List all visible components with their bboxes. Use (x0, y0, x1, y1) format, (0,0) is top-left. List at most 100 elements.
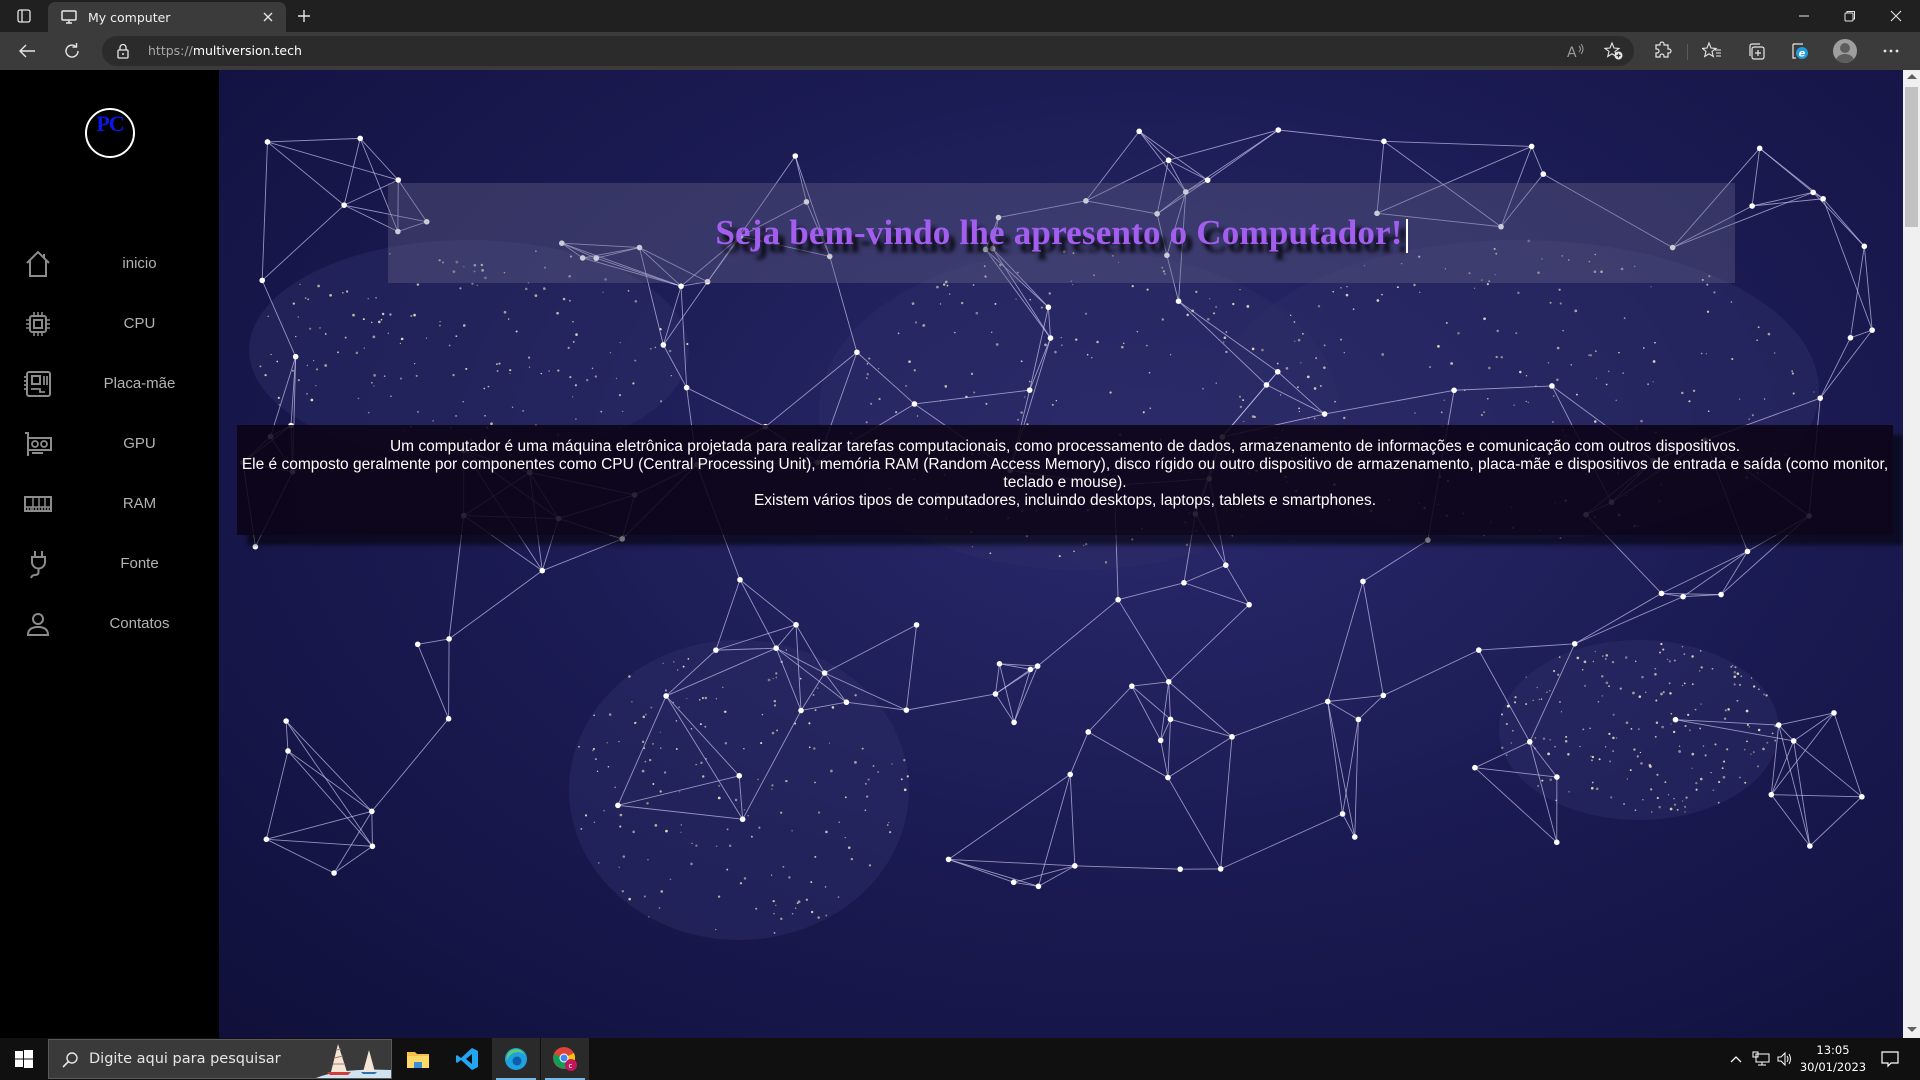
city-light (1678, 745, 1681, 747)
show-hidden-icons-button[interactable] (1726, 1038, 1746, 1080)
network-node (1861, 243, 1868, 250)
city-light (1695, 788, 1698, 791)
city-light (644, 713, 647, 716)
city-light (377, 320, 381, 324)
url-text[interactable]: https://multiversion.tech (148, 43, 302, 58)
refresh-button[interactable] (57, 37, 87, 65)
restore-button[interactable] (1827, 0, 1873, 32)
city-light (695, 844, 698, 847)
sidebar-item-cpu[interactable]: CPU (0, 298, 219, 348)
network-node (793, 621, 799, 628)
city-light (1527, 401, 1530, 404)
city-light (715, 845, 718, 848)
city-light (484, 414, 486, 417)
city-light (825, 830, 828, 834)
network-node (414, 641, 421, 648)
sidebar-item-contatos[interactable]: Contatos (0, 598, 219, 648)
more-menu-button[interactable] (1877, 37, 1905, 65)
city-light (1123, 342, 1125, 345)
taskbar-chrome[interactable]: c (541, 1038, 589, 1080)
city-light (1746, 740, 1748, 743)
city-light (679, 791, 681, 793)
sidebar-item-placa-mae[interactable]: Placa-mãe (0, 358, 219, 408)
city-light (1695, 781, 1698, 785)
city-light (1251, 415, 1255, 418)
star-plus-icon[interactable] (1602, 40, 1626, 62)
lock-icon[interactable] (116, 43, 130, 64)
network-link (715, 579, 741, 651)
network-link (1822, 198, 1873, 331)
taskbar-search[interactable]: Digite aqui para pesquisar (48, 1039, 392, 1079)
network-link (1809, 796, 1863, 847)
scroll-thumb[interactable] (1905, 87, 1918, 227)
collections-button[interactable] (1742, 37, 1770, 65)
network-status-icon[interactable] (1750, 1038, 1772, 1080)
city-light (562, 297, 566, 301)
close-tab-icon[interactable] (258, 7, 278, 27)
network-link (1327, 581, 1364, 702)
profile-avatar (1833, 39, 1857, 63)
network-link (1167, 719, 1171, 778)
city-light (387, 332, 389, 334)
city-light (718, 784, 721, 787)
city-light (760, 742, 763, 745)
city-light (1727, 708, 1730, 711)
city-light (619, 825, 622, 828)
city-light (580, 827, 583, 830)
extensions-button[interactable] (1649, 37, 1677, 65)
scroll-up-arrow-icon[interactable] (1907, 74, 1917, 79)
read-aloud-icon[interactable]: A (1564, 40, 1588, 62)
city-light (371, 321, 373, 324)
city-light (1666, 658, 1669, 661)
city-light (673, 661, 675, 663)
notifications-button[interactable] (1872, 1038, 1908, 1080)
new-tab-button[interactable] (292, 5, 316, 27)
minimize-button[interactable] (1781, 0, 1827, 32)
city-light (1659, 651, 1661, 654)
volume-icon[interactable] (1774, 1038, 1796, 1080)
ie-mode-button[interactable]: e (1786, 37, 1814, 65)
tab-actions-icon[interactable] (10, 4, 38, 28)
sidebar-item-inicio[interactable]: inicio (0, 238, 219, 288)
sidebar-item-fonte[interactable]: Fonte (0, 538, 219, 588)
back-button[interactable] (12, 37, 42, 65)
network-node (1672, 716, 1679, 723)
city-light (1017, 418, 1019, 421)
city-light (810, 910, 814, 914)
city-light (1146, 344, 1148, 347)
network-node (1067, 771, 1074, 778)
network-node (1027, 666, 1034, 673)
city-light (686, 697, 688, 700)
city-light (383, 375, 386, 377)
favorites-button[interactable] (1698, 37, 1726, 65)
city-light (914, 321, 918, 324)
browser-tab[interactable]: My computer (48, 2, 286, 32)
city-light (1025, 535, 1028, 538)
city-light (972, 284, 975, 286)
network-node (996, 661, 1003, 667)
profile-button[interactable] (1831, 37, 1859, 65)
logo[interactable]: PC (85, 108, 135, 158)
network-node (1034, 663, 1041, 669)
windows-logo-icon (15, 1050, 33, 1068)
city-light (1567, 753, 1570, 756)
taskbar-file-explorer[interactable] (394, 1038, 442, 1080)
network-node (1831, 710, 1837, 716)
network-link (1362, 539, 1429, 582)
start-button[interactable] (0, 1038, 48, 1080)
city-light (1483, 534, 1485, 537)
sidebar-item-ram[interactable]: RAM (0, 478, 219, 528)
city-light (1650, 788, 1653, 791)
city-light (1223, 336, 1227, 339)
taskbar-edge[interactable] (492, 1038, 540, 1080)
network-link (265, 750, 289, 840)
taskbar-clock[interactable]: 13:05 30/01/2023 (1798, 1042, 1868, 1076)
address-bar[interactable]: https://multiversion.tech A (102, 36, 1634, 66)
sidebar-item-gpu[interactable]: GPU (0, 418, 219, 468)
city-light (1683, 653, 1686, 656)
city-light (1721, 767, 1724, 770)
taskbar-vscode[interactable] (443, 1038, 491, 1080)
close-window-button[interactable] (1873, 0, 1919, 32)
page-scrollbar[interactable] (1903, 70, 1920, 1038)
scroll-down-arrow-icon[interactable] (1907, 1027, 1917, 1032)
